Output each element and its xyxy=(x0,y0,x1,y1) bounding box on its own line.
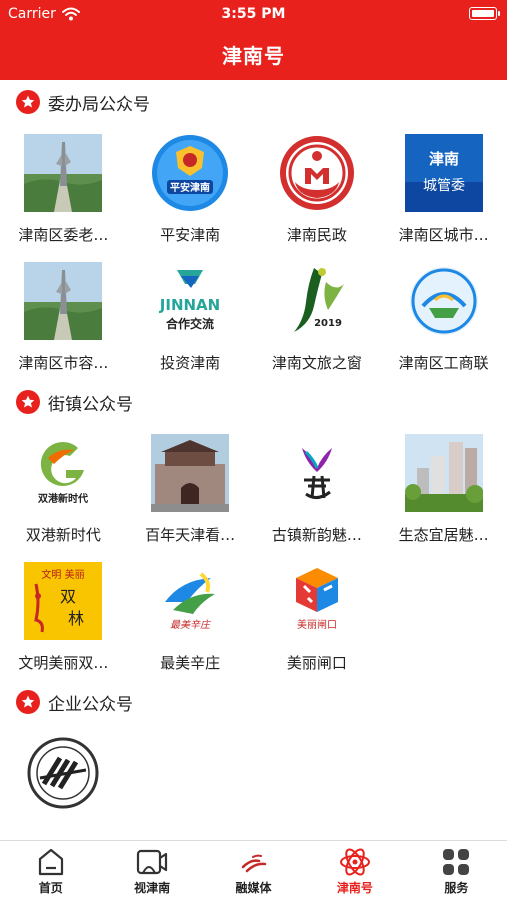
account-name: 生态宜居魅… xyxy=(398,526,489,544)
account-tile[interactable]: 古镇新韵魅… xyxy=(254,424,381,552)
home-icon xyxy=(38,848,63,876)
cooperation-logo-text: 合作交流 xyxy=(166,316,214,331)
star-icon xyxy=(16,390,40,414)
civil-affairs-logo xyxy=(278,134,356,212)
account-tile[interactable]: 平安津南 平安津南 xyxy=(127,124,254,252)
account-name: 百年天津看… xyxy=(145,526,236,544)
account-tile[interactable]: JINNAN 合作交流 投资津南 xyxy=(127,252,254,380)
police-logo-text: 平安津南 xyxy=(170,181,210,194)
city-management-logo: 津南 城管委 xyxy=(404,134,483,212)
account-name: 投资津南 xyxy=(160,354,221,372)
account-tile[interactable]: 津南 城管委 津南区城市… xyxy=(380,124,507,252)
city-logo-line-1: 津南 xyxy=(429,150,459,168)
account-tile[interactable]: 美丽闸口 美丽闸口 xyxy=(254,552,381,680)
section-title: 街镇公众号 xyxy=(48,394,133,415)
tab-jinnan-hao[interactable]: 津南号 xyxy=(304,841,405,900)
account-name: 津南区工商联 xyxy=(398,354,489,372)
police-badge-logo: 平安津南 xyxy=(151,134,229,212)
status-bar: Carrier 3:55 PM xyxy=(0,0,507,28)
account-name: 最美辛庄 xyxy=(160,654,221,672)
enterprise-seal-logo xyxy=(24,734,103,812)
media-icon xyxy=(241,854,266,873)
shuanglin-logo-line-1: 文明 美丽 xyxy=(42,568,85,581)
zhakou-logo: 美丽闸口 xyxy=(277,562,356,640)
account-tile[interactable]: 双港新时代 双港新时代 xyxy=(0,424,127,552)
battery-icon xyxy=(469,7,500,20)
section-title: 企业公众号 xyxy=(48,694,133,715)
federation-emblem-logo xyxy=(405,262,483,340)
account-name: 津南民政 xyxy=(286,226,347,244)
status-time: 3:55 PM xyxy=(221,6,286,22)
account-tile[interactable]: 津南民政 xyxy=(254,124,381,252)
account-name: 津南文旅之窗 xyxy=(271,354,362,372)
tab-label: 首页 xyxy=(38,881,63,895)
zhakou-logo-text: 美丽闸口 xyxy=(297,618,337,631)
account-tile[interactable]: 百年天津看… xyxy=(127,424,254,552)
tab-video[interactable]: 视津南 xyxy=(101,841,202,900)
section-title: 委办局公众号 xyxy=(48,94,150,115)
shuanggang-logo: 双港新时代 xyxy=(24,434,103,512)
account-tile[interactable]: 津南区工商联 xyxy=(380,252,507,380)
video-icon xyxy=(137,849,168,875)
year-logo-text: 2019 xyxy=(314,318,342,329)
tab-services[interactable]: 服务 xyxy=(406,841,507,900)
xinzhuang-logo: 最美辛庄 xyxy=(151,562,230,640)
shuanglin-logo-line-3: 林 xyxy=(68,609,84,628)
account-tile[interactable]: 津南区委老… xyxy=(0,124,127,252)
account-tile[interactable]: 最美辛庄 最美辛庄 xyxy=(127,552,254,680)
atom-icon xyxy=(339,848,370,876)
bottom-tab-bar: 首页 视津南 融媒体 津南号 服务 xyxy=(0,840,507,900)
tab-label: 服务 xyxy=(444,881,469,895)
account-name: 津南区城市… xyxy=(398,226,489,244)
shuanglin-logo-line-2: 双 xyxy=(60,587,76,606)
star-icon xyxy=(16,690,40,714)
account-name: 古镇新韵魅… xyxy=(271,526,362,544)
jinnan-cooperation-logo: JINNAN 合作交流 xyxy=(151,262,230,340)
account-name: 双港新时代 xyxy=(25,526,101,544)
grid-icon xyxy=(443,849,470,875)
account-tile[interactable]: 2019 津南文旅之窗 xyxy=(254,252,381,380)
tab-media[interactable]: 融媒体 xyxy=(203,841,304,900)
account-grid-town: 双港新时代 双港新时代 百年天津看… 古镇新韵魅… 生态宜居魅… 文明 美丽 双… xyxy=(0,424,507,680)
page-title: 津南号 xyxy=(222,44,285,68)
account-name: 平安津南 xyxy=(160,226,221,244)
account-grid-enterprise xyxy=(0,724,507,840)
monument-logo xyxy=(24,134,103,212)
account-name: 美丽闸口 xyxy=(286,654,347,672)
tab-label: 津南号 xyxy=(336,881,373,895)
culture-tourism-logo: 2019 xyxy=(277,262,356,340)
account-grid-committee: 津南区委老… 平安津南 平安津南 津南民政 津南 城管委 津南区城市… 津南区市… xyxy=(0,124,507,380)
account-list[interactable]: 委办局公众号 津南区委老… 平安津南 平安津南 津南民政 津南 城管委 津南区城… xyxy=(0,80,507,840)
apartments-photo-logo xyxy=(404,434,483,512)
tab-label: 视津南 xyxy=(134,881,171,895)
monument-logo xyxy=(24,262,103,340)
ancient-town-logo xyxy=(277,434,356,512)
section-header-committee: 委办局公众号 xyxy=(0,80,507,124)
account-tile[interactable]: 津南区市容… xyxy=(0,252,127,380)
jinnan-logo-text: JINNAN xyxy=(159,296,220,314)
city-gate-photo-logo xyxy=(151,434,230,512)
city-logo-line-2: 城管委 xyxy=(423,178,465,194)
account-name: 津南区市容… xyxy=(18,354,109,372)
tab-home[interactable]: 首页 xyxy=(0,841,101,900)
section-header-enterprise: 企业公众号 xyxy=(0,680,507,724)
shuanglin-logo: 文明 美丽 双 林 xyxy=(24,562,103,640)
account-name: 津南区委老… xyxy=(18,226,109,244)
account-name: 文明美丽双… xyxy=(18,654,109,672)
shuanggang-logo-text: 双港新时代 xyxy=(38,492,88,505)
app-header: Carrier 3:55 PM 津南号 xyxy=(0,0,507,80)
account-tile[interactable] xyxy=(0,724,127,840)
xinzhuang-logo-text: 最美辛庄 xyxy=(170,619,212,631)
account-tile[interactable]: 文明 美丽 双 林 文明美丽双… xyxy=(0,552,127,680)
star-icon xyxy=(16,90,40,114)
account-tile[interactable]: 生态宜居魅… xyxy=(380,424,507,552)
tab-label: 融媒体 xyxy=(235,881,272,895)
section-header-town: 街镇公众号 xyxy=(0,380,507,424)
